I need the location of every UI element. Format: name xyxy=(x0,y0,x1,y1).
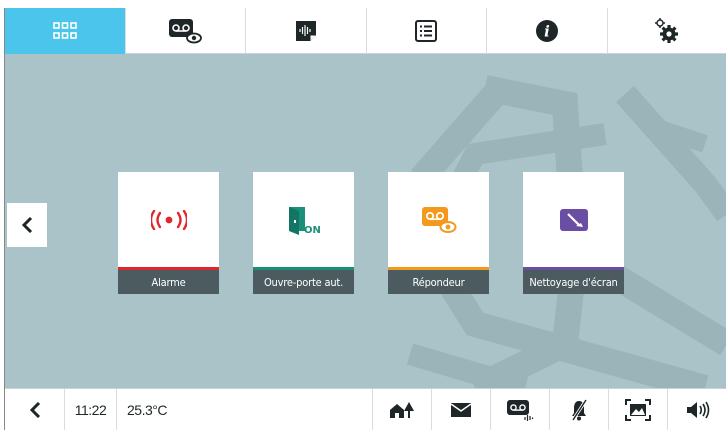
clock: 11:22 xyxy=(65,388,117,430)
screen-cleaning-icon xyxy=(559,208,588,231)
photo-frame-button[interactable] xyxy=(609,388,668,430)
audio-note-icon xyxy=(295,21,316,41)
door-on-icon: ON xyxy=(288,206,321,235)
chevron-left-icon xyxy=(21,217,33,233)
svg-text:i: i xyxy=(544,23,550,41)
info-icon: i xyxy=(535,20,558,42)
temperature-text: 25.3°C xyxy=(127,401,167,418)
list-icon xyxy=(415,20,438,42)
house-tree-icon xyxy=(390,401,414,418)
alarm-icon xyxy=(150,209,187,230)
back-button[interactable] xyxy=(5,388,65,430)
envelope-icon xyxy=(450,402,472,417)
do-not-disturb-button[interactable] xyxy=(550,388,609,430)
tile-label: Répondeur xyxy=(388,270,489,294)
tab-audio-messages[interactable] xyxy=(246,8,367,54)
tile-label: Nettoyage d'écran xyxy=(523,270,624,294)
tile-label: Alarme xyxy=(118,270,219,294)
previous-page-button[interactable] xyxy=(7,203,47,247)
tab-voicemail[interactable] xyxy=(126,8,246,54)
bottom-status-bar: 11:22 25.3°C xyxy=(5,388,726,430)
chevron-left-icon xyxy=(29,401,40,418)
voicemail-status-button[interactable] xyxy=(491,388,550,430)
volume-button[interactable] xyxy=(668,389,726,430)
screen-frame: i Alarme ON Ouvre-porte aut. Répondeur N… xyxy=(4,8,726,430)
tab-settings[interactable] xyxy=(608,8,726,54)
tile-auto-door-opener[interactable]: ON Ouvre-porte aut. xyxy=(253,172,354,294)
answering-machine-icon xyxy=(421,206,456,233)
image-frame-icon xyxy=(625,398,651,421)
settings-gears-icon xyxy=(655,18,679,43)
tile-answering-machine[interactable]: Répondeur xyxy=(388,172,489,294)
tile-alarm[interactable]: Alarme xyxy=(118,172,219,294)
messages-button[interactable] xyxy=(432,388,491,430)
voicemail-eye-icon xyxy=(169,19,203,44)
voicemail-audio-icon xyxy=(507,399,534,421)
grid-icon xyxy=(52,22,77,39)
top-nav-bar: i xyxy=(5,8,726,54)
tab-list[interactable] xyxy=(367,8,487,54)
tab-home-grid[interactable] xyxy=(5,8,126,54)
speaker-volume-icon xyxy=(686,401,709,418)
svg-text:ON: ON xyxy=(304,225,321,235)
tab-info[interactable]: i xyxy=(487,8,608,54)
time-text: 11:22 xyxy=(74,401,107,418)
tile-screen-cleaning[interactable]: Nettoyage d'écran xyxy=(523,172,624,294)
bell-off-icon xyxy=(571,398,588,421)
temperature: 25.3°C xyxy=(117,389,175,430)
tile-label: Ouvre-porte aut. xyxy=(253,270,354,294)
home-status-button[interactable] xyxy=(373,388,432,430)
